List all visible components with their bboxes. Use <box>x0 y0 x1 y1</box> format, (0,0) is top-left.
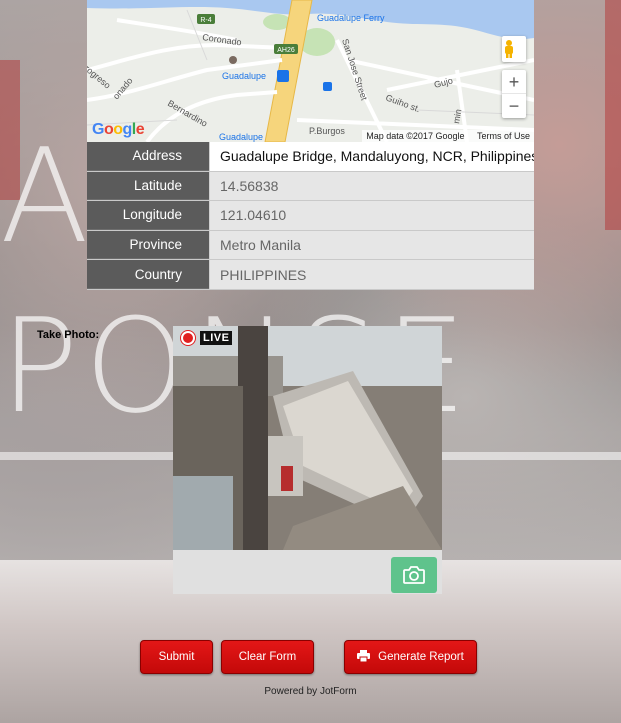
take-photo-label: Take Photo: <box>37 329 100 341</box>
powered-by-jotform[interactable]: Powered by JotForm <box>0 686 621 697</box>
location-map[interactable]: R-4 AH26 Guadalupe Ferry Coronado Guadal… <box>87 0 534 142</box>
submit-button[interactable]: Submit <box>140 640 213 674</box>
longitude-label: Longitude <box>87 201 209 230</box>
camera-widget: LIVE <box>173 326 442 594</box>
latitude-row: Latitude 14.56838 <box>87 171 534 202</box>
address-row: Address Guadalupe Bridge, Mandaluyong, N… <box>87 142 534 172</box>
live-indicator: LIVE <box>181 331 233 345</box>
background-red-strip <box>605 0 621 230</box>
country-field[interactable]: PHILIPPINES <box>209 260 534 289</box>
latitude-field[interactable]: 14.56838 <box>209 171 534 201</box>
zoom-control: + − <box>502 70 526 118</box>
map-label-guadalupe-bottom: Guadalupe <box>219 132 263 142</box>
map-label-ferry: Guadalupe Ferry <box>317 13 385 23</box>
province-row: Province Metro Manila <box>87 230 534 261</box>
map-canvas: R-4 AH26 Guadalupe Ferry Coronado Guadal… <box>87 0 534 142</box>
zoom-out-button[interactable]: − <box>502 94 526 118</box>
map-poi-bus-icon <box>323 82 332 91</box>
location-info-table: Address Guadalupe Bridge, Mandaluyong, N… <box>87 142 534 290</box>
terms-of-use-link[interactable]: Terms of Use <box>477 131 530 141</box>
map-poi-icon <box>229 56 237 64</box>
live-label: LIVE <box>200 331 233 345</box>
generate-report-button[interactable]: Generate Report <box>344 640 477 674</box>
map-label-burgos: P.Burgos <box>309 126 345 136</box>
country-label: Country <box>87 260 209 289</box>
clear-form-button-label: Clear Form <box>238 651 297 663</box>
printer-icon <box>357 649 371 665</box>
map-data-credit: Map data ©2017 Google <box>366 131 465 141</box>
camera-feed-image <box>173 326 442 550</box>
record-dot-icon <box>181 331 195 345</box>
address-field[interactable]: Guadalupe Bridge, Mandaluyong, NCR, Phil… <box>209 142 534 171</box>
pegman-icon[interactable] <box>502 36 526 62</box>
generate-report-button-label: Generate Report <box>378 651 464 663</box>
camera-preview: LIVE <box>173 326 442 550</box>
country-row: Country PHILIPPINES <box>87 260 534 290</box>
capture-photo-button[interactable] <box>391 557 437 593</box>
map-label-ah26: AH26 <box>277 47 295 54</box>
map-label-r4: R-4 <box>200 17 211 24</box>
zoom-in-button[interactable]: + <box>502 70 526 94</box>
latitude-label: Latitude <box>87 171 209 201</box>
camera-icon <box>403 566 425 584</box>
longitude-field[interactable]: 121.04610 <box>209 201 534 230</box>
map-attribution: Map data ©2017 Google Terms of Use <box>362 130 534 142</box>
province-field[interactable]: Metro Manila <box>209 230 534 260</box>
clear-form-button[interactable]: Clear Form <box>221 640 314 674</box>
submit-button-label: Submit <box>158 651 195 663</box>
map-label-guadalupe-station: Guadalupe <box>222 71 266 81</box>
longitude-row: Longitude 121.04610 <box>87 201 534 231</box>
google-logo: Google <box>92 121 145 138</box>
address-label: Address <box>87 142 209 171</box>
province-label: Province <box>87 230 209 260</box>
